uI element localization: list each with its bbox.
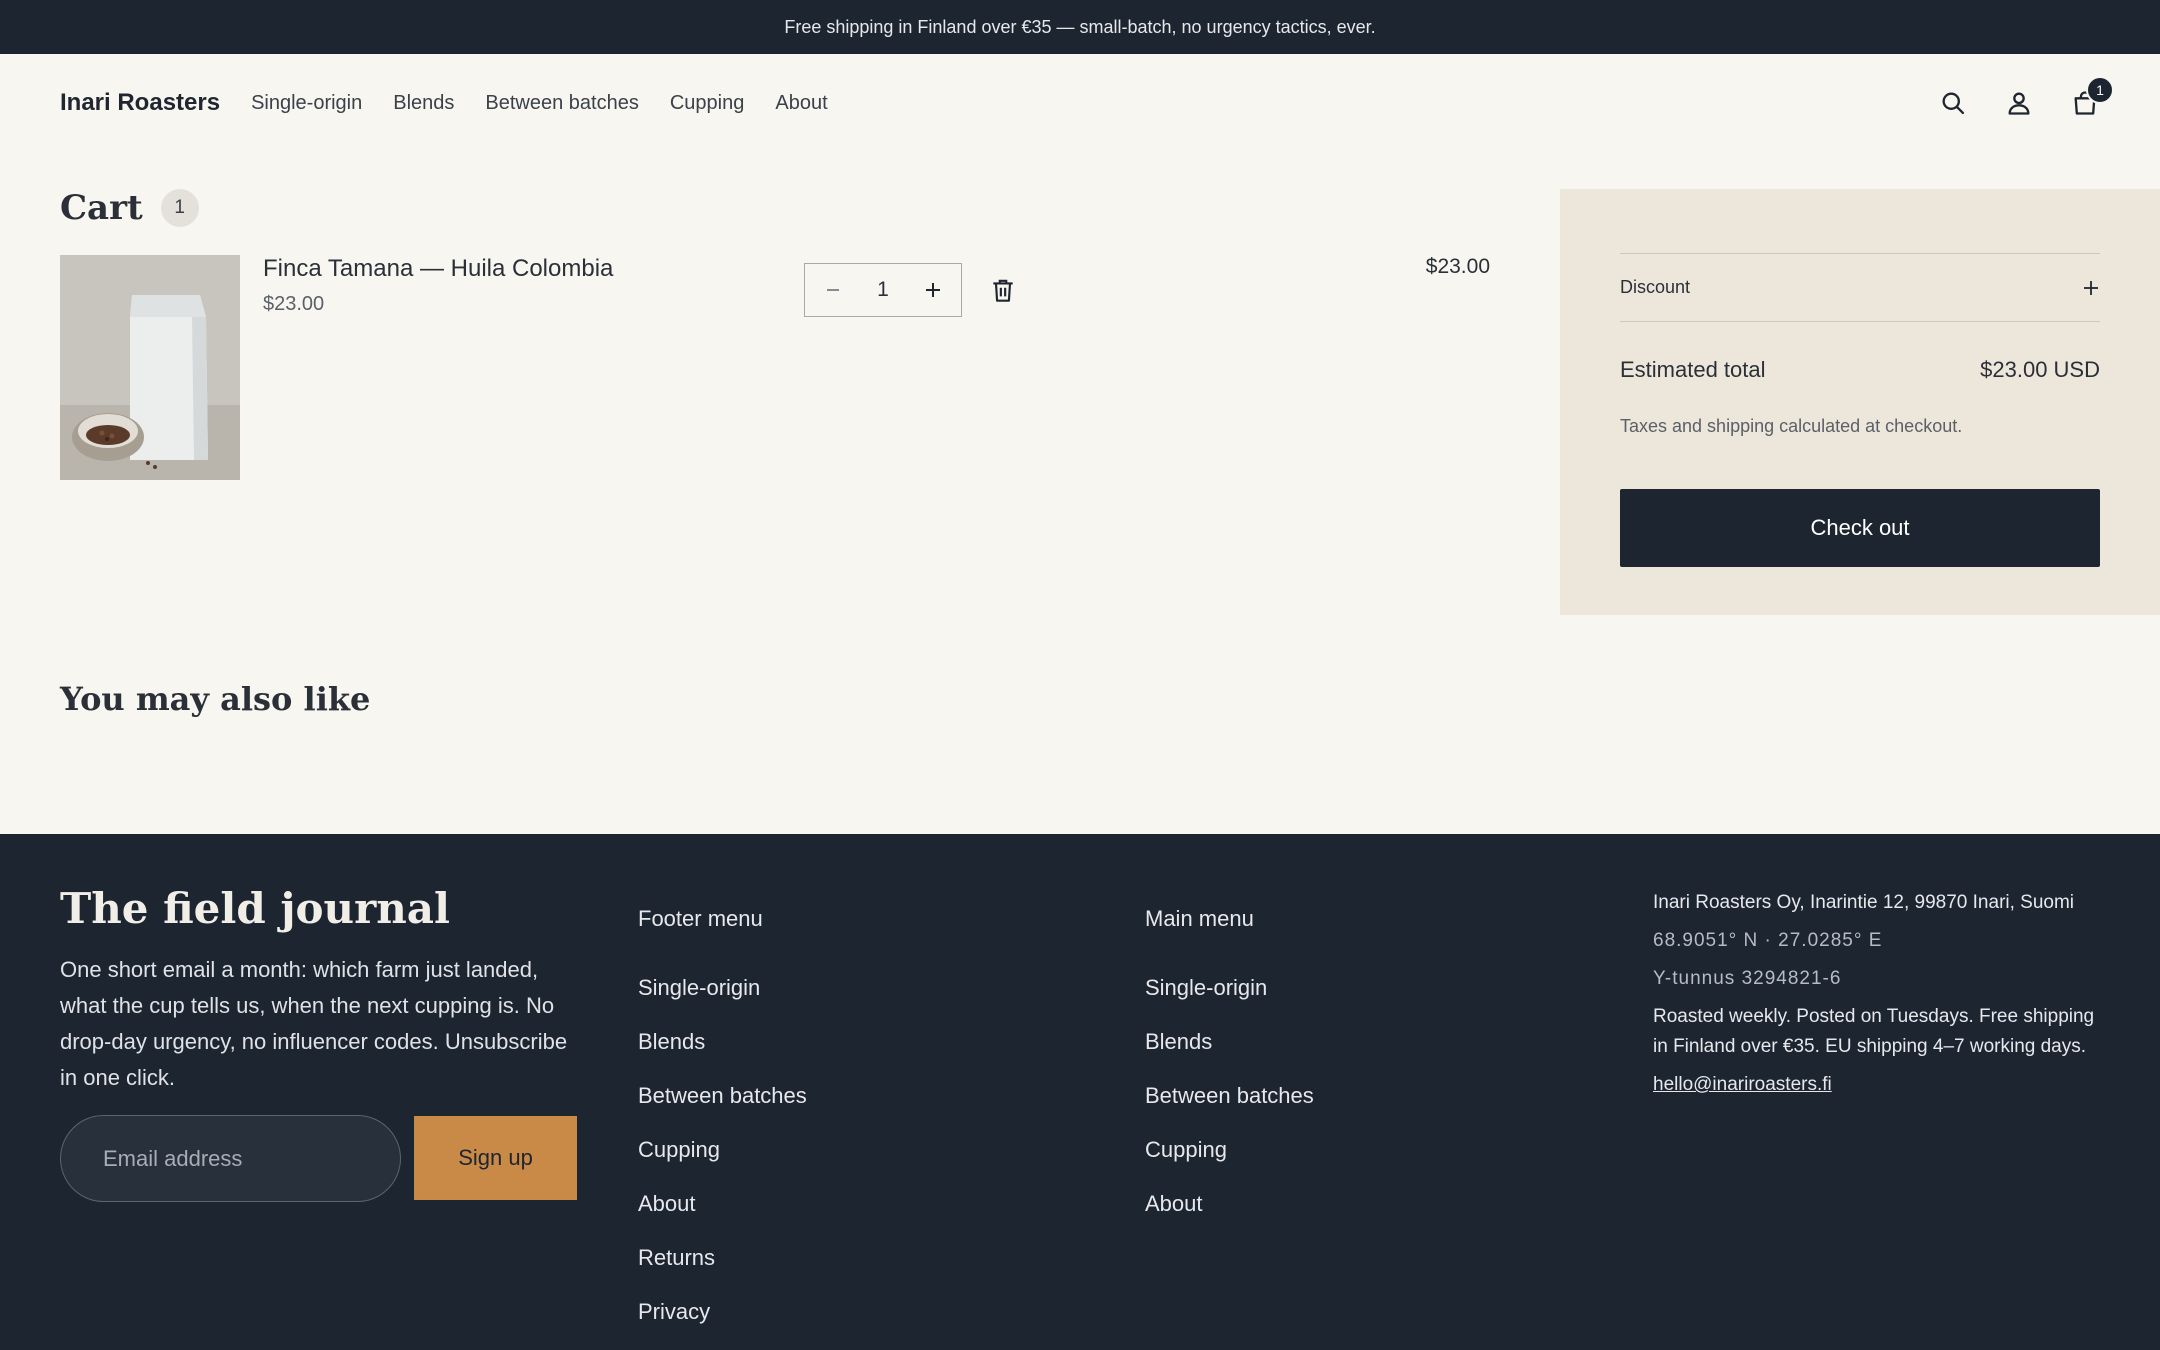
header-actions: 1 [1938,54,2114,152]
main-menu-title: Main menu [1145,906,1254,931]
brand-logo[interactable]: Inari Roasters [60,89,220,117]
newsletter-description: One short email a month: which farm just… [60,957,568,1090]
site-footer: The field journal One short email a mont… [0,834,2160,1350]
footer-menu-item-between-batches[interactable]: Between batches [638,1083,807,1137]
quantity-input[interactable]: 1 [877,278,889,302]
footer-menu: Footer menu Single-origin Blends Between… [638,906,807,1350]
line-total: $23.00 [1425,255,1490,278]
discount-label: Discount [1620,277,1691,297]
business-id: Y-tunnus 3294821-6 [1653,968,1842,989]
coordinates: 68.9051° N · 27.0285° E [1653,930,1883,951]
footer-menu-item-blends[interactable]: Blends [638,1029,807,1083]
shipping-note: Roasted weekly. Posted on Tuesdays. Free… [1653,1006,2095,1057]
nav-link-about[interactable]: About [775,92,827,115]
announcement-bar: Free shipping in Finland over €35 — smal… [0,0,2160,54]
cart-count-badge: 1 [2086,76,2114,104]
order-summary: Discount Estimated total $23.00 USD Taxe… [1560,189,2160,615]
footer-menu-title: Footer menu [638,906,763,931]
contact-info: Inari Roasters Oy, Inarintie 12, 99870 I… [1653,888,2113,1100]
main-menu-item-single-origin[interactable]: Single-origin [1145,975,1314,1029]
decrease-quantity-button[interactable] [813,270,853,310]
cart-title: Cart [60,188,143,228]
cart-line-item: Finca Tamana — Huila Colombia $23.00 1 $… [60,255,1490,481]
newsletter-title: The field journal [60,884,450,933]
footer-menu-item-privacy[interactable]: Privacy [638,1299,807,1350]
main-menu-item-between-batches[interactable]: Between batches [1145,1083,1314,1137]
search-icon[interactable] [1938,88,1968,118]
increase-quantity-button[interactable] [913,270,953,310]
nav-link-single-origin[interactable]: Single-origin [251,92,362,115]
tax-note: Taxes and shipping calculated at checkou… [1620,416,1963,436]
plus-icon [926,283,940,297]
footer-menu-item-about[interactable]: About [638,1191,807,1245]
footer-menu-item-single-origin[interactable]: Single-origin [638,975,807,1029]
product-name[interactable]: Finca Tamana — Huila Colombia [263,255,613,283]
minus-icon [827,289,839,291]
signup-button[interactable]: Sign up [414,1116,577,1200]
cart-heading: Cart 1 [60,188,199,228]
main-menu-item-cupping[interactable]: Cupping [1145,1137,1314,1191]
main-menu-item-about[interactable]: About [1145,1191,1314,1245]
plus-icon [2082,275,2100,301]
site-header: Inari Roasters Single-origin Blends Betw… [0,54,2160,152]
footer-menu-item-returns[interactable]: Returns [638,1245,807,1299]
product-unit-price: $23.00 [263,293,325,315]
nav-link-blends[interactable]: Blends [393,92,454,115]
company-address: Inari Roasters Oy, Inarintie 12, 99870 I… [1653,892,2075,913]
main-menu: Main menu Single-origin Blends Between b… [1145,906,1314,1245]
email-input[interactable]: Email address [60,1115,401,1202]
main-menu-item-blends[interactable]: Blends [1145,1029,1314,1083]
trash-icon[interactable] [990,277,1016,305]
announcement-text: Free shipping in Finland over €35 — smal… [784,16,1376,37]
contact-email-link[interactable]: hello@inariroasters.fi [1653,1070,2113,1100]
estimated-total-row: Estimated total $23.00 USD [1620,357,2100,383]
nav-link-between-batches[interactable]: Between batches [485,92,638,115]
estimated-total-value: $23.00 USD [1980,357,2100,382]
recommendations-title: You may also like [60,680,371,718]
nav-link-cupping[interactable]: Cupping [670,92,745,115]
checkout-button[interactable]: Check out [1620,489,2100,567]
cart-item-count: 1 [160,189,199,227]
footer-menu-item-cupping[interactable]: Cupping [638,1137,807,1191]
product-image[interactable] [60,255,240,480]
discount-toggle[interactable]: Discount [1620,253,2100,322]
quantity-stepper: 1 [804,263,962,317]
account-icon[interactable] [2004,88,2034,118]
cart-icon[interactable]: 1 [2070,76,2114,118]
main-nav: Single-origin Blends Between batches Cup… [251,92,828,115]
estimated-total-label: Estimated total [1620,357,1766,382]
